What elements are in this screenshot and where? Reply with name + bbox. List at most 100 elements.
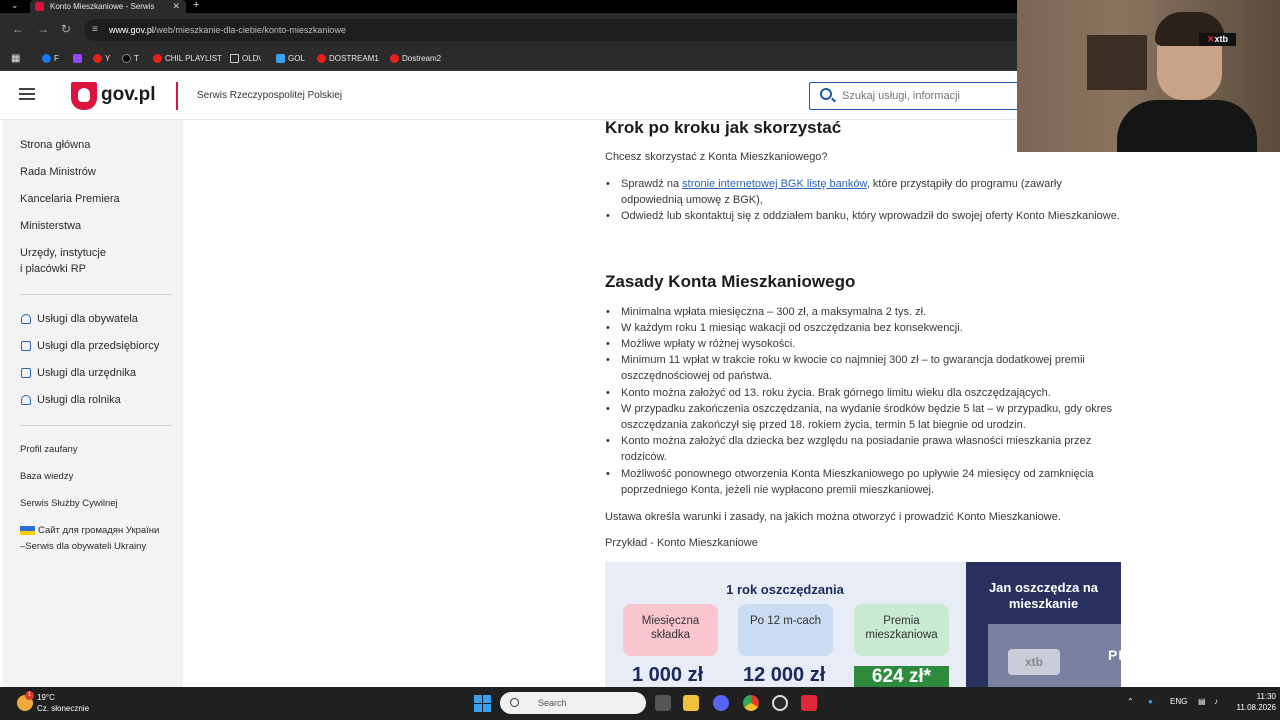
sidebar-item-offices[interactable]: Urzędy, instytucje [20, 245, 106, 261]
tray-bluetooth-icon[interactable]: ● [1148, 697, 1153, 706]
search-icon [510, 698, 519, 707]
taskbar-search[interactable]: Search [500, 692, 646, 714]
bookmark-dostream1[interactable]: DOSTREAM1 [317, 47, 379, 71]
bookmark-x[interactable]: T [122, 47, 139, 71]
sidebar-item-knowledge-base[interactable]: Baza wiedzy [20, 469, 73, 485]
bookmark-chil-playlist[interactable]: CHIL PLAYLIST [153, 47, 222, 71]
network-icon[interactable]: ▤ [1198, 697, 1206, 706]
menu-hamburger-icon[interactable] [19, 88, 35, 100]
chrome-icon[interactable] [743, 695, 759, 711]
infographic-side-title: Jan oszczędza na mieszkanie [988, 580, 1099, 611]
infographic-box-contribution: Miesięczna składka [623, 604, 718, 656]
logo-text[interactable]: gov.pl [101, 84, 156, 106]
task-view-icon[interactable] [655, 695, 671, 711]
sidebar-item-ukraine-site[interactable]: Сайт для громадян України [38, 523, 159, 539]
tray-overflow-icon[interactable]: ⌃ [1127, 697, 1134, 706]
site-name: Serwis Rzeczypospolitej Polskiej [197, 90, 343, 101]
streaming-app-icon[interactable] [801, 695, 817, 711]
sidebar-item-civil-service[interactable]: Serwis Służby Cywilnej [20, 496, 118, 512]
polish-eagle-logo-icon[interactable] [71, 82, 97, 110]
site-settings-icon[interactable]: ≡ [92, 19, 98, 41]
xtb-badge: ✕xtb [1199, 33, 1236, 46]
facebook-icon [42, 54, 51, 64]
bookmark-facebook[interactable]: F [42, 47, 59, 71]
windows-start-icon[interactable] [474, 695, 491, 712]
forward-arrow-icon[interactable]: → [37, 22, 49, 36]
folder-icon [230, 54, 239, 64]
section-title-steps: Krok po kroku jak skorzystać [605, 118, 842, 137]
rule-item: Możliwość ponownego otworzenia Konta Mie… [606, 466, 1126, 498]
sidebar: Strona główna Rada Ministrów Kancelaria … [3, 120, 183, 687]
infographic-value-contribution: 1 000 zł [632, 664, 704, 686]
pirate-swap-logo: PIRATE SWAP [1108, 647, 1121, 663]
back-arrow-icon[interactable]: ← [12, 22, 24, 36]
tab-title: Konto Mieszkaniowe - Serwis [50, 2, 155, 11]
rule-item: Konto można założyć od 13. roku życia. B… [606, 385, 1126, 401]
sidebar-divider [20, 294, 172, 295]
x-icon [122, 54, 131, 64]
list-item: Sprawdź na stronie internetowej BGK list… [606, 176, 1126, 208]
sidebar-item-farmer-services[interactable]: Usługi dla rolnika [37, 392, 121, 408]
bookmark-folder-old[interactable]: OLD\ [230, 47, 261, 71]
search-box[interactable] [809, 82, 1019, 110]
clock[interactable]: 11:30 11.08.2026 [1234, 691, 1276, 713]
taskbar: 1 19°C Cz. słonecznie Search ⌃ ● ENG ▤ ♪… [0, 687, 1280, 720]
infographic-box-after-12-months: Po 12 m-cach [738, 604, 833, 656]
tab-list-icon[interactable]: ⌄ [11, 0, 19, 11]
url-input[interactable]: ≡ www.gov.pl/web/mieszkanie-dla-ciebie/k… [84, 19, 1024, 41]
gov-favicon-icon [35, 2, 44, 11]
bookmark-dostream2[interactable]: Dostream2 [390, 47, 441, 71]
volume-icon[interactable]: ♪ [1214, 697, 1218, 706]
bookmark-gol[interactable]: GOL [276, 47, 305, 71]
screen: ⌄ Konto Mieszkaniowe - Serwis ✕ + ← → ↻ … [0, 0, 1280, 720]
statute-text: Ustawa określa warunki i zasady, na jaki… [605, 511, 1061, 523]
browser-tab[interactable]: Konto Mieszkaniowe - Serwis ✕ [30, 0, 186, 13]
youtube-icon [153, 54, 162, 64]
sidebar-item-offices-line2[interactable]: i placówki RP [20, 261, 86, 277]
briefcase-icon [21, 341, 31, 351]
sidebar-divider [20, 425, 172, 426]
discord-icon[interactable] [713, 695, 729, 711]
sidebar-item-business-services[interactable]: Usługi dla przedsiębiorcy [37, 338, 159, 354]
url-host: www.gov.pl [109, 25, 154, 35]
xtb-logo: xtb [1008, 649, 1060, 675]
infographic-title: 1 rok oszczędzania [726, 582, 844, 597]
farmer-icon [21, 395, 31, 405]
close-tab-icon[interactable]: ✕ [172, 0, 180, 13]
obs-icon[interactable] [772, 695, 788, 711]
logo-divider [176, 82, 178, 110]
webcam-person-body [1117, 100, 1257, 152]
infographic-box-premium: Premia mieszkaniowa [854, 604, 949, 656]
stream-ad-overlay: xtb PIRATE SWAP [988, 624, 1121, 687]
bookmark-twitch[interactable] [73, 47, 85, 71]
youtube-icon [93, 54, 102, 64]
youtube-icon [390, 54, 399, 64]
sidebar-item-trusted-profile[interactable]: Profil zaufany [20, 442, 78, 458]
example-label: Przykład - Konto Mieszkaniowe [605, 537, 758, 549]
rule-item: Minimalna wpłata miesięczna – 300 zł, a … [606, 304, 1126, 320]
search-input[interactable] [842, 86, 1012, 106]
gol-icon [276, 54, 285, 64]
sidebar-item-home[interactable]: Strona główna [20, 137, 90, 153]
sidebar-item-ministries[interactable]: Ministerstwa [20, 218, 81, 234]
new-tab-icon[interactable]: + [193, 0, 199, 11]
sidebar-item-ukraine-site-line2[interactable]: –Serwis dla obywateli Ukrainy [20, 539, 146, 555]
sidebar-item-council-of-ministers[interactable]: Rada Ministrów [20, 164, 96, 180]
rule-item: W przypadku zakończenia oszczędzania, na… [606, 401, 1126, 433]
file-explorer-icon[interactable] [683, 695, 699, 711]
sidebar-item-citizen-services[interactable]: Usługi dla obywatela [37, 311, 138, 327]
sidebar-item-chancellery[interactable]: Kancelaria Premiera [20, 191, 120, 207]
weather-widget[interactable]: 19°C Cz. słonecznie [37, 692, 89, 714]
webcam-overlay: ✕xtb [1017, 0, 1280, 152]
web-page: gov.pl Serwis Rzeczypospolitej Polskiej … [0, 72, 1280, 687]
twitch-icon [73, 54, 82, 64]
list-item: Odwiedź lub skontaktuj się z oddziałem b… [606, 208, 1126, 224]
search-icon[interactable] [820, 88, 832, 100]
language-indicator[interactable]: ENG [1170, 697, 1187, 706]
sidebar-item-official-services[interactable]: Usługi dla urzędnika [37, 365, 136, 381]
apps-grid-icon[interactable]: ▦ [11, 47, 20, 71]
reload-icon[interactable]: ↻ [61, 22, 71, 36]
bgk-banks-link[interactable]: stronie internetowej BGK listę banków [682, 178, 867, 190]
bookmark-youtube[interactable]: Y [93, 47, 110, 71]
youtube-icon [317, 54, 326, 64]
